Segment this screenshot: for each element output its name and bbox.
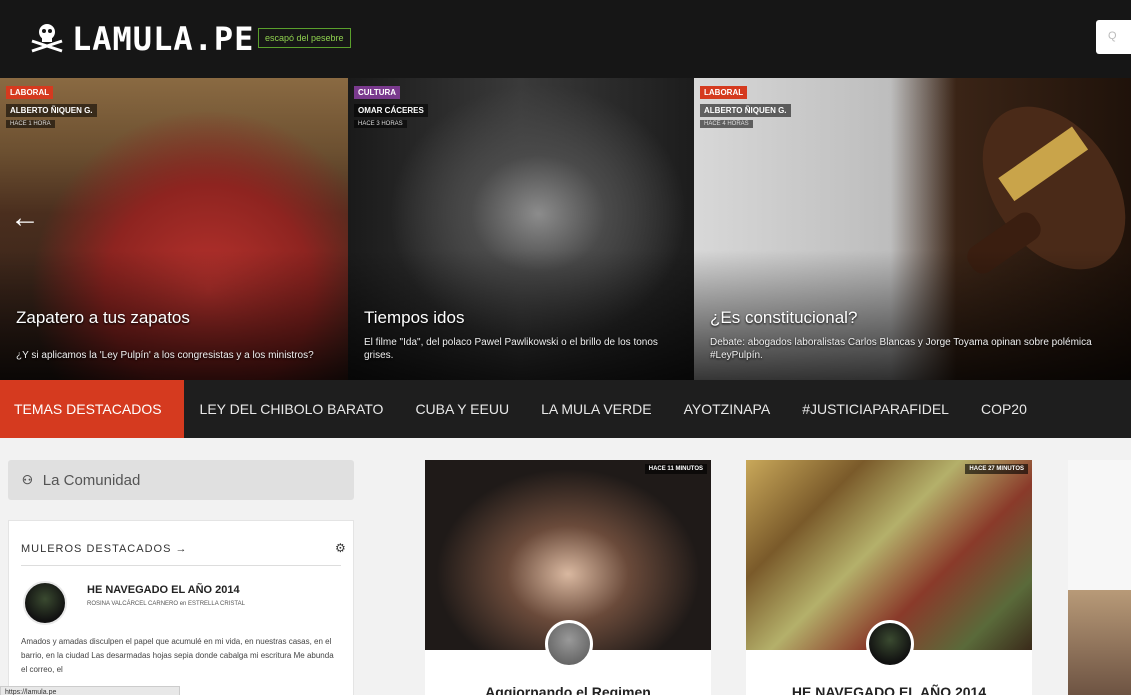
time-label: HACE 3 HORAS: [354, 120, 407, 128]
article-card-2[interactable]: HACE 27 MINUTOS HE NAVEGADO EL AÑO 2014: [746, 460, 1032, 695]
category-tag[interactable]: CULTURA: [354, 86, 401, 99]
post-title[interactable]: HE NAVEGADO EL AÑO 2014: [87, 584, 240, 596]
card-title[interactable]: HE NAVEGADO EL AÑO 2014: [746, 684, 1032, 695]
top-bar: LAMULA.PE escapó del pesebre Q: [0, 0, 1131, 78]
community-header[interactable]: ⚇ La Comunidad: [8, 460, 354, 500]
prev-arrow-icon[interactable]: ←: [10, 203, 40, 233]
card-time-badge: HACE 27 MINUTOS: [965, 464, 1028, 474]
hero-subtitle: El filme "Ida", del polaco Pawel Pawliko…: [364, 337, 658, 361]
topic-item[interactable]: LA MULA VERDE: [525, 380, 668, 438]
time-label: HACE 4 HORAS: [700, 120, 753, 128]
avatar[interactable]: [866, 620, 914, 668]
author-label[interactable]: OMAR CÁCERES: [354, 104, 428, 117]
article-card-3[interactable]: [1068, 460, 1131, 695]
skull-crossbones-icon: [28, 21, 66, 58]
topic-item[interactable]: CUBA Y EEUU: [399, 380, 525, 438]
divider: [21, 565, 341, 566]
hero-slide-2[interactable]: CULTURA OMAR CÁCERES HACE 3 HORAS Tiempo…: [348, 78, 694, 380]
featured-users-panel: MULEROS DESTACADOS → ⚙ HE NAVEGADO EL AÑ…: [8, 520, 354, 695]
topic-item[interactable]: AYOTZINAPA: [668, 380, 787, 438]
avatar[interactable]: [545, 620, 593, 668]
article-card-1[interactable]: HACE 11 MINUTOS Aggiornando el Regimen: [425, 460, 711, 695]
topic-featured[interactable]: TEMAS DESTACADOS: [0, 380, 184, 438]
topic-item[interactable]: #JUSTICIAPARAFIDEL: [786, 380, 965, 438]
building-image: [1068, 590, 1131, 695]
hero-title[interactable]: Tiempos idos: [364, 308, 464, 328]
post-excerpt: Amados y amadas disculpen el papel que a…: [21, 637, 334, 674]
hero-slide-1[interactable]: LABORAL ALBERTO ÑIQUEN G. HACE 1 HORA ← …: [0, 78, 348, 380]
community-label: La Comunidad: [42, 471, 141, 489]
hero-subtitle: Debate: abogados laboralistas Carlos Bla…: [710, 337, 1092, 361]
avatar[interactable]: [23, 581, 67, 625]
time-label: HACE 1 HORA: [6, 120, 55, 128]
settings-icon[interactable]: ⚙: [335, 541, 346, 555]
logo-text: LAMULA.PE: [72, 20, 255, 58]
card-title[interactable]: Aggiornando el Regimen: [425, 684, 711, 695]
site-logo[interactable]: LAMULA.PE: [28, 20, 254, 58]
tagline-badge: escapó del pesebre: [258, 28, 351, 48]
hero-title[interactable]: ¿Es constitucional?: [710, 308, 857, 328]
category-tag[interactable]: LABORAL: [6, 86, 54, 99]
topic-item[interactable]: COP20: [965, 380, 1043, 438]
search-icon: Q: [1108, 30, 1117, 42]
panel-title[interactable]: MULEROS DESTACADOS →: [21, 543, 188, 555]
hero-subtitle: ¿Y si aplicamos la 'Ley Pulpín' a los co…: [16, 350, 314, 361]
card-time-badge: HACE 11 MINUTOS: [644, 464, 707, 474]
hero-title[interactable]: Zapatero a tus zapatos: [16, 308, 190, 328]
author-label[interactable]: ALBERTO ÑIQUEN G.: [6, 104, 97, 117]
hero-slide-3[interactable]: LABORAL ALBERTO ÑIQUEN G. HACE 4 HORAS ¿…: [694, 78, 1131, 380]
post-meta: ROSINA VALCÁRCEL CARNERO en ESTRELLA CRI…: [87, 601, 245, 607]
author-label[interactable]: ALBERTO ÑIQUEN G.: [700, 104, 791, 117]
status-url: https://lamula.pe: [0, 686, 180, 695]
users-icon: ⚇: [22, 473, 33, 487]
search-input[interactable]: Q: [1096, 20, 1131, 54]
topic-item[interactable]: LEY DEL CHIBOLO BARATO: [184, 380, 400, 438]
category-tag[interactable]: LABORAL: [700, 86, 748, 99]
topics-nav: TEMAS DESTACADOS LEY DEL CHIBOLO BARATO …: [0, 380, 1131, 438]
